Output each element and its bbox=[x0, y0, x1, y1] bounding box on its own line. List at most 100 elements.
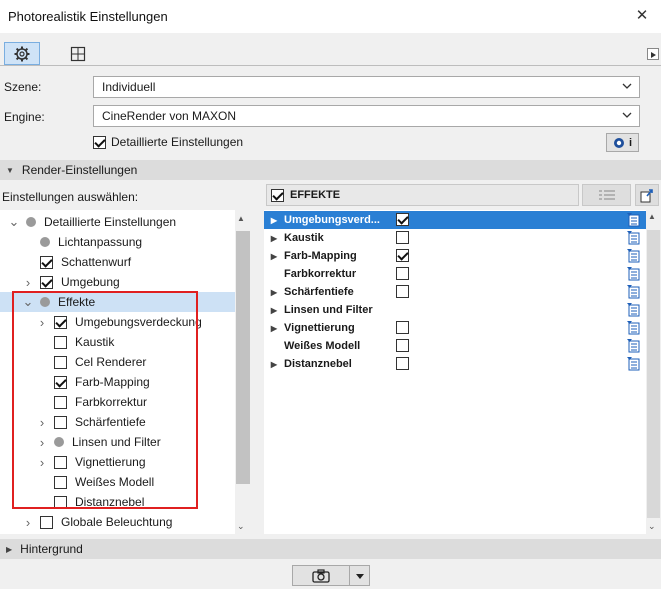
engine-label: Engine: bbox=[4, 110, 45, 124]
triangle-right-icon bbox=[651, 52, 656, 58]
detail-checkbox[interactable] bbox=[93, 135, 106, 149]
tree-item[interactable]: › Globale Beleuchtung bbox=[0, 512, 235, 532]
effect-row[interactable]: ▶ Distanznebel bbox=[264, 355, 646, 373]
info-icon: i bbox=[628, 136, 633, 149]
scroll-down-icon[interactable]: ⌄ bbox=[648, 521, 656, 532]
effect-row-checkbox[interactable] bbox=[396, 231, 409, 244]
status-dot-icon bbox=[26, 217, 36, 227]
szene-value: Individuell bbox=[102, 80, 156, 94]
effect-row-checkbox[interactable] bbox=[396, 285, 409, 298]
effect-row-label: Distanznebel bbox=[284, 358, 352, 370]
tab-size[interactable] bbox=[60, 42, 96, 65]
tree-scrollbar-thumb[interactable] bbox=[236, 231, 250, 484]
preset-list-icon[interactable] bbox=[626, 356, 640, 371]
preset-list-icon[interactable] bbox=[626, 248, 640, 263]
effect-row[interactable]: ▶ Vignettierung bbox=[264, 319, 646, 337]
render-camera[interactable] bbox=[293, 568, 349, 583]
effect-row[interactable]: ▶ Umgebungsverd... bbox=[264, 211, 646, 229]
detail-checkbox-label: Detaillierte Einstellungen bbox=[111, 135, 244, 149]
preview-toggle-button[interactable] bbox=[647, 48, 659, 60]
preset-list-icon[interactable] bbox=[626, 266, 640, 281]
camera-icon bbox=[312, 568, 330, 583]
szene-label: Szene: bbox=[4, 80, 42, 94]
preset-list-icon[interactable] bbox=[626, 230, 640, 245]
preset-list-icon[interactable] bbox=[626, 302, 640, 317]
list-view-button[interactable] bbox=[582, 184, 631, 206]
tree-item-label: Umgebung bbox=[61, 275, 120, 289]
effect-row-checkbox[interactable] bbox=[396, 357, 409, 370]
effect-row-label: Vignettierung bbox=[284, 322, 355, 334]
preset-list-icon[interactable] bbox=[626, 212, 640, 227]
triangle-right-icon[interactable]: ▶ bbox=[264, 234, 284, 243]
effect-row[interactable]: Farbkorrektur bbox=[264, 265, 646, 283]
effect-row[interactable]: ▶ Linsen und Filter bbox=[264, 301, 646, 319]
tree-item[interactable]: ⌄ Detaillierte Einstellungen bbox=[0, 212, 235, 232]
section-background[interactable]: ▶ Hintergrund bbox=[0, 539, 661, 559]
triangle-right-icon[interactable]: ▶ bbox=[264, 306, 284, 315]
render-menu-dropdown[interactable] bbox=[350, 572, 369, 580]
effect-row[interactable]: ▶ Kaustik bbox=[264, 229, 646, 247]
chevron-right-icon[interactable]: › bbox=[22, 275, 34, 290]
tree-item-label: Globale Beleuchtung bbox=[61, 515, 173, 529]
triangle-right-icon: ▶ bbox=[6, 544, 13, 554]
chevron-down-icon bbox=[622, 83, 632, 89]
tree-item[interactable]: › Umgebung bbox=[0, 272, 235, 292]
list-icon bbox=[598, 190, 615, 200]
tab-divider bbox=[0, 65, 661, 66]
effect-row-label: Schärfentiefe bbox=[284, 286, 354, 298]
effect-row-label: Umgebungsverd... bbox=[284, 214, 380, 226]
chevron-down-icon bbox=[622, 112, 632, 118]
chevron-right-icon[interactable]: › bbox=[22, 515, 34, 530]
triangle-right-icon[interactable]: ▶ bbox=[264, 360, 284, 369]
effect-row-label: Farb-Mapping bbox=[284, 250, 357, 262]
effects-scrollbar-thumb[interactable] bbox=[647, 230, 660, 518]
tree-heading: Einstellungen auswählen: bbox=[2, 190, 139, 204]
effect-row-checkbox[interactable] bbox=[396, 339, 409, 352]
render-button[interactable] bbox=[292, 565, 370, 586]
tree-item-checkbox[interactable] bbox=[40, 275, 53, 289]
status-dot-icon bbox=[40, 237, 50, 247]
dropdown-arrow-icon bbox=[355, 573, 364, 579]
chevron-down-icon[interactable]: ⌄ bbox=[8, 215, 20, 228]
effect-row-checkbox[interactable] bbox=[396, 321, 409, 334]
cinerender-logo-icon bbox=[613, 137, 624, 148]
effect-row[interactable]: ▶ Farb-Mapping bbox=[264, 247, 646, 265]
effect-row-label: Farbkorrektur bbox=[284, 268, 357, 280]
effects-list[interactable]: ▶ Umgebungsverd... ▶ Kaustik ▶ Farb-Mapping Fa… bbox=[264, 210, 646, 534]
effect-row-checkbox[interactable] bbox=[396, 267, 409, 280]
triangle-right-icon[interactable]: ▶ bbox=[264, 252, 284, 261]
effect-row[interactable]: Weißes Modell bbox=[264, 337, 646, 355]
section-render-settings[interactable]: ▼ Render-Einstellungen bbox=[0, 160, 661, 180]
preset-list-icon[interactable] bbox=[626, 338, 640, 353]
tree-item-checkbox[interactable] bbox=[40, 255, 53, 269]
scroll-up-icon[interactable]: ▲ bbox=[648, 212, 656, 221]
export-settings-button[interactable] bbox=[635, 184, 659, 206]
triangle-right-icon[interactable]: ▶ bbox=[264, 216, 284, 225]
detail-settings-toggle[interactable]: Detaillierte Einstellungen bbox=[93, 135, 243, 149]
preset-list-icon[interactable] bbox=[626, 284, 640, 299]
tab-settings[interactable] bbox=[4, 42, 40, 65]
effect-row-checkbox[interactable] bbox=[396, 249, 409, 262]
close-icon[interactable]: ✕ bbox=[634, 8, 650, 24]
tree-item-checkbox[interactable] bbox=[40, 515, 53, 529]
effect-row-label: Weißes Modell bbox=[284, 340, 361, 352]
triangle-right-icon[interactable]: ▶ bbox=[264, 288, 284, 297]
triangle-right-icon[interactable]: ▶ bbox=[264, 324, 284, 333]
tree-item[interactable]: Schattenwurf bbox=[0, 252, 235, 272]
preset-list-icon[interactable] bbox=[626, 320, 640, 335]
tree-item[interactable]: Lichtanpassung bbox=[0, 232, 235, 252]
effect-row-checkbox[interactable] bbox=[396, 213, 409, 226]
effects-header: EFFEKTE bbox=[266, 184, 579, 206]
engine-info-button[interactable]: i bbox=[606, 133, 639, 152]
szene-select[interactable]: Individuell bbox=[93, 76, 640, 98]
scroll-up-icon[interactable]: ▲ bbox=[237, 214, 245, 223]
window-title: Photorealistik Einstellungen bbox=[8, 9, 168, 24]
effect-row-label: Kaustik bbox=[284, 232, 324, 244]
effects-header-checkbox[interactable] bbox=[271, 188, 284, 202]
export-icon bbox=[640, 189, 653, 203]
tree-item-label: Detaillierte Einstellungen bbox=[44, 215, 177, 229]
tree-item-label: Schattenwurf bbox=[61, 255, 132, 269]
engine-select[interactable]: CineRender von MAXON bbox=[93, 105, 640, 127]
scroll-down-icon[interactable]: ⌄ bbox=[237, 521, 245, 532]
effect-row[interactable]: ▶ Schärfentiefe bbox=[264, 283, 646, 301]
